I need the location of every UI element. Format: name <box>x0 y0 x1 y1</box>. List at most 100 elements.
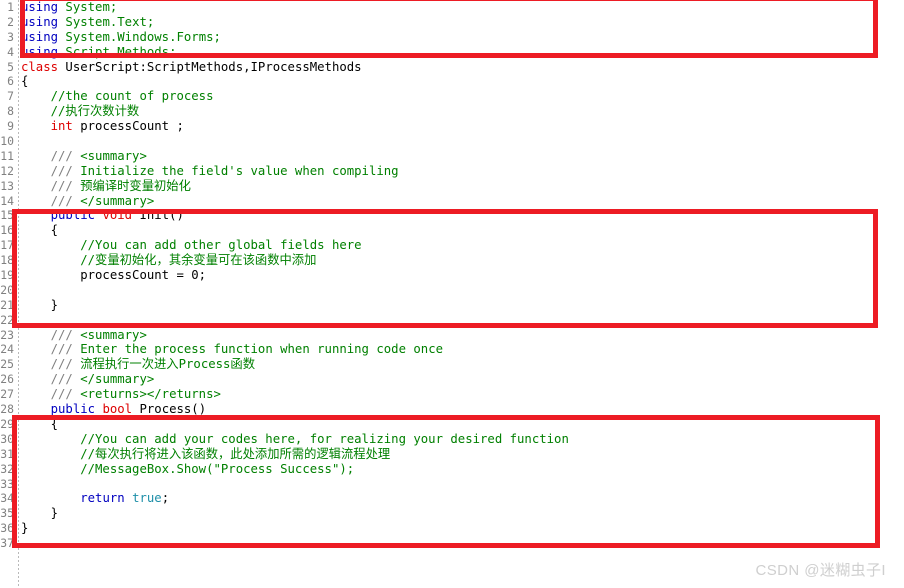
code-line[interactable]: 35 } <box>0 506 904 521</box>
code-line-text[interactable]: class UserScript:ScriptMethods,IProcessM… <box>21 60 362 75</box>
line-number: 31 <box>0 446 14 461</box>
code-line[interactable]: 28 public bool Process() <box>0 402 904 417</box>
code-token: { <box>21 416 59 431</box>
code-line[interactable]: 16 { <box>0 223 904 238</box>
code-line[interactable]: 23 /// <summary> <box>0 328 904 343</box>
code-line-text[interactable]: { <box>21 74 28 89</box>
code-token: } <box>21 297 59 312</box>
code-line[interactable]: 7 //the count of process <box>0 89 904 104</box>
code-line[interactable]: 17 //You can add other global fields her… <box>0 238 904 253</box>
code-token: Initialize the field's value when compil… <box>72 163 399 178</box>
line-number: 14 <box>0 193 14 208</box>
code-line[interactable]: 22 <box>0 313 904 328</box>
code-token: processCount ; <box>72 119 184 134</box>
code-line-text[interactable]: /// Enter the process function when runn… <box>21 342 443 357</box>
code-line[interactable]: 5 class UserScript:ScriptMethods,IProcess… <box>0 60 904 75</box>
code-token: { <box>21 223 59 238</box>
code-line[interactable]: 24 /// Enter the process function when r… <box>0 342 904 357</box>
code-line[interactable]: 2 using System.Text; <box>0 15 904 30</box>
code-line-text[interactable]: int processCount ; <box>21 119 184 134</box>
code-lines[interactable]: 1 using System; 2 using System.Text; 3 using … <box>0 0 904 551</box>
code-line[interactable]: 4 using Script.Methods; <box>0 45 904 60</box>
code-line-text[interactable]: { <box>21 223 58 238</box>
code-line[interactable]: 37 <box>0 536 904 551</box>
code-line-text[interactable]: //MessageBox.Show("Process Success"); <box>21 462 354 477</box>
code-line[interactable]: 29 { <box>0 417 904 432</box>
code-line[interactable]: 13 /// 预编译时变量初始化 <box>0 179 904 194</box>
code-line-text[interactable]: /// 流程执行一次进入Process函数 <box>21 357 255 372</box>
code-token: } <box>21 521 29 536</box>
code-line-text[interactable]: using System.Windows.Forms; <box>21 30 221 45</box>
line-number: 9 <box>7 119 14 134</box>
code-line-text[interactable]: //变量初始化，其余变量可在该函数中添加 <box>21 253 316 268</box>
code-line[interactable]: 30 //You can add your codes here, for re… <box>0 432 904 447</box>
line-number: 2 <box>7 14 14 29</box>
code-line-text[interactable]: public bool Process() <box>21 402 207 417</box>
code-line[interactable]: 12 /// Initialize the field's value when… <box>0 164 904 179</box>
code-line[interactable]: 6{ <box>0 74 904 89</box>
code-token: /// <box>21 193 73 208</box>
code-line-text[interactable]: //the count of process <box>21 89 214 104</box>
code-line-text[interactable]: using System; <box>21 0 117 15</box>
line-number: 5 <box>7 59 14 74</box>
code-token: //You can add your codes here, for reali… <box>21 431 569 446</box>
code-line[interactable]: 36} <box>0 521 904 536</box>
line-number: 16 <box>0 223 14 238</box>
code-line[interactable]: 3 using System.Windows.Forms; <box>0 30 904 45</box>
code-token: return <box>80 491 125 506</box>
code-line-text[interactable]: //You can add other global fields here <box>21 238 361 253</box>
code-line-text[interactable]: //每次执行将进入该函数，此处添加所需的逻辑流程处理 <box>21 447 390 462</box>
code-line-text[interactable]: /// Initialize the field's value when co… <box>21 164 399 179</box>
code-line-text[interactable]: using Script.Methods; <box>21 45 177 60</box>
code-line[interactable]: 1 using System; <box>0 0 904 15</box>
code-line[interactable]: 19 processCount = 0; <box>0 268 904 283</box>
code-token: //执行次数计数 <box>21 104 140 119</box>
code-viewport[interactable]: 1 using System; 2 using System.Text; 3 using … <box>0 0 904 588</box>
code-line[interactable]: 14 /// </summary> <box>0 194 904 209</box>
code-token: /// <box>21 387 73 402</box>
code-line[interactable]: 32 //MessageBox.Show("Process Success"); <box>0 462 904 477</box>
line-number: 3 <box>7 29 14 44</box>
code-token: System.Windows.Forms; <box>58 29 221 44</box>
code-line[interactable]: 8 //执行次数计数 <box>0 104 904 119</box>
code-line-text[interactable]: { <box>21 417 58 432</box>
code-line[interactable]: 26 /// </summary> <box>0 372 904 387</box>
code-line-text[interactable]: /// </summary> <box>21 372 155 387</box>
code-line[interactable]: 31 //每次执行将进入该函数，此处添加所需的逻辑流程处理 <box>0 447 904 462</box>
code-line-text[interactable]: } <box>21 298 58 313</box>
code-line[interactable]: 27 /// <returns></returns> <box>0 387 904 402</box>
code-line[interactable]: 9 int processCount ; <box>0 119 904 134</box>
code-line-text[interactable]: //You can add your codes here, for reali… <box>21 432 569 447</box>
code-line-text[interactable]: processCount = 0; <box>21 268 206 283</box>
code-line-text[interactable]: return true; <box>21 491 169 506</box>
code-line-text[interactable]: /// <summary> <box>21 328 147 343</box>
code-line-text[interactable]: /// <returns></returns> <box>21 387 221 402</box>
code-line[interactable]: 20 <box>0 283 904 298</box>
code-line[interactable]: 34 return true; <box>0 491 904 506</box>
code-line-text[interactable]: //执行次数计数 <box>21 104 140 119</box>
code-token: using <box>21 0 59 14</box>
code-line[interactable]: 18 //变量初始化，其余变量可在该函数中添加 <box>0 253 904 268</box>
line-number: 27 <box>0 387 14 402</box>
code-line-text[interactable]: public void Init() <box>21 208 184 223</box>
code-token: //MessageBox.Show("Process Success"); <box>21 461 355 476</box>
code-token: /// <box>21 178 73 193</box>
code-line-text[interactable]: /// 预编译时变量初始化 <box>21 179 191 194</box>
code-line[interactable]: 25 /// 流程执行一次进入Process函数 <box>0 357 904 372</box>
code-editor[interactable]: 1 using System; 2 using System.Text; 3 using … <box>0 0 904 588</box>
code-line-text[interactable]: /// </summary> <box>21 193 155 209</box>
code-line[interactable]: 21 } <box>0 298 904 313</box>
code-line[interactable]: 11 /// <summary> <box>0 149 904 164</box>
line-number: 1 <box>7 0 14 14</box>
code-line[interactable]: 33 <box>0 477 904 492</box>
code-line-text[interactable]: /// <summary> <box>21 149 147 164</box>
line-number: 28 <box>0 402 14 417</box>
code-line-text[interactable]: using System.Text; <box>21 15 154 30</box>
code-line[interactable]: 10 <box>0 134 904 149</box>
code-line-text[interactable]: } <box>21 521 28 536</box>
code-line[interactable]: 15 public void Init() <box>0 208 904 223</box>
code-line-text[interactable]: } <box>21 506 58 521</box>
line-number: 26 <box>0 372 14 387</box>
